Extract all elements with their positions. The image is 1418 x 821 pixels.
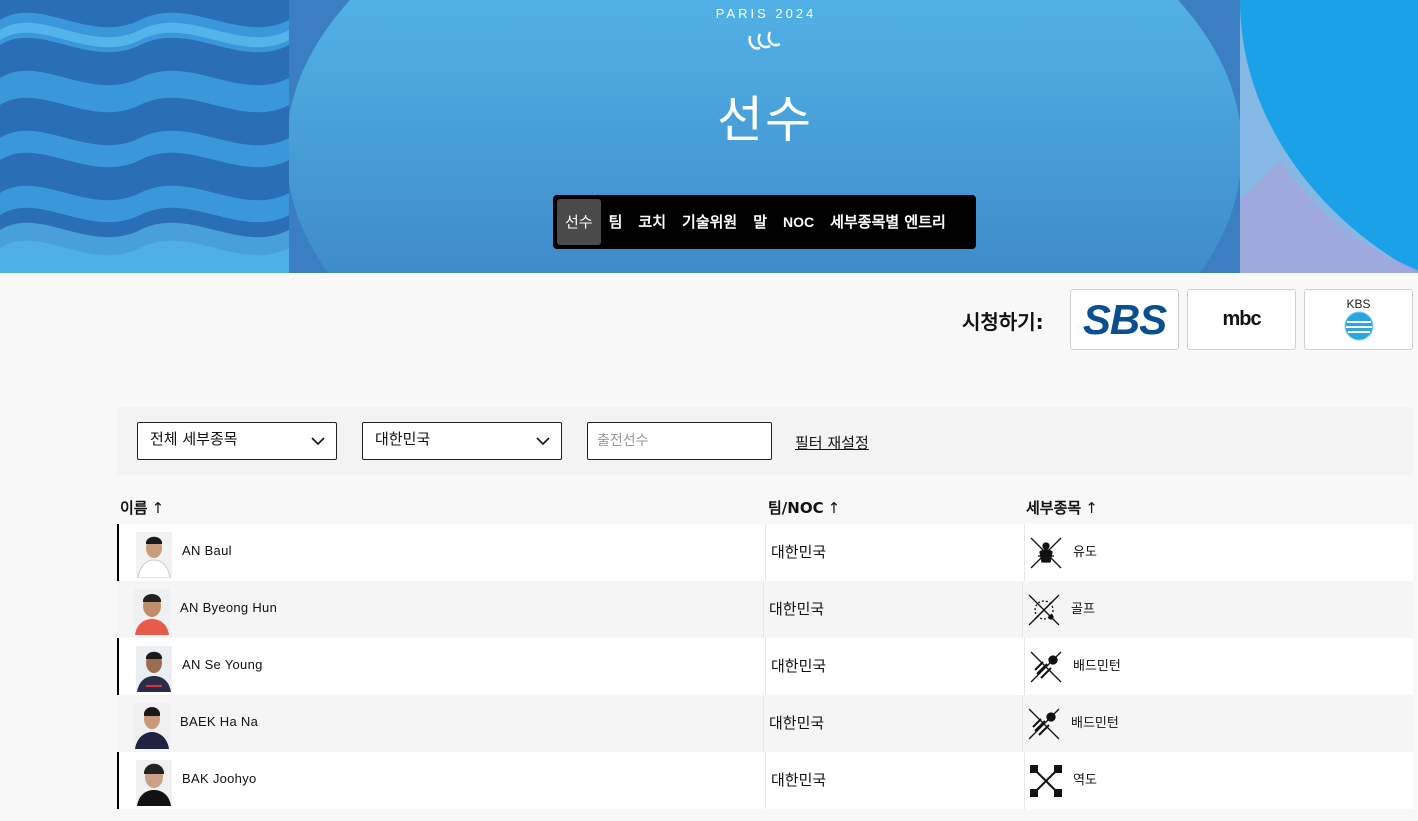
paris-2024-logo-text: PARIS 2024 xyxy=(715,6,817,21)
chevron-down-icon xyxy=(311,437,325,446)
sbs-logo: SBS xyxy=(1082,295,1167,343)
noc-select-value: 대한민국 xyxy=(375,430,431,448)
watch-label: 시청하기: xyxy=(962,310,1044,334)
athlete-search-input[interactable] xyxy=(587,422,772,460)
table-row[interactable]: AN Se Young 대한민국 배드민턴 xyxy=(117,638,1413,695)
nav-tab-horses[interactable]: 말 xyxy=(745,199,775,245)
athlete-noc: 대한민국 xyxy=(771,543,827,561)
broadcaster-mbc-button[interactable]: mbc xyxy=(1187,289,1296,350)
athlete-noc: 대한민국 xyxy=(769,714,825,732)
table-row[interactable]: AN Byeong Hun 대한민국 골프 xyxy=(117,581,1413,638)
sort-arrow-icon: ↑ xyxy=(1085,498,1098,517)
athlete-photo xyxy=(136,760,172,806)
broadcaster-sbs-button[interactable]: SBS xyxy=(1070,289,1179,350)
nav-tab-teams[interactable]: 팀 xyxy=(601,199,631,245)
reset-filters-link[interactable]: 필터 재설정 xyxy=(795,432,869,453)
noc-select[interactable]: 대한민국 xyxy=(362,422,562,460)
table-row[interactable]: BAEK Ha Na 대한민국 배드민턴 xyxy=(117,695,1413,752)
judo-icon xyxy=(1029,536,1063,570)
nav-tab-entries-by-discipline[interactable]: 세부종목별 엔트리 xyxy=(822,199,954,245)
athlete-photo xyxy=(134,703,170,749)
sort-arrow-icon: ↑ xyxy=(827,498,841,517)
nav-tab-coaches[interactable]: 코치 xyxy=(630,199,674,245)
broadcaster-kbs-button[interactable]: KBS xyxy=(1304,289,1413,350)
category-nav: 선수 팀 코치 기술위원 말 NOC 세부종목별 엔트리 xyxy=(553,195,976,249)
athlete-name[interactable]: AN Baul xyxy=(182,543,232,558)
table-row[interactable]: BAK Joohyo 대한민국 역도 xyxy=(117,752,1413,809)
kbs-logo-text: KBS xyxy=(1346,296,1371,311)
discipline-select-value: 전체 세부종목 xyxy=(150,430,238,448)
discipline-select[interactable]: 전체 세부종목 xyxy=(137,422,337,460)
badminton-icon xyxy=(1029,650,1063,684)
discipline-name: 배드민턴 xyxy=(1071,716,1119,731)
golf-icon xyxy=(1027,593,1061,627)
athlete-name[interactable]: BAK Joohyo xyxy=(182,771,257,786)
column-header-discipline[interactable]: 세부종목 ↑ xyxy=(1026,497,1098,518)
mbc-logo: mbc xyxy=(1222,308,1261,330)
hero-wave-decoration xyxy=(0,0,289,273)
column-header-name-label: 이름 xyxy=(120,499,148,517)
weightlifting-icon xyxy=(1029,764,1063,798)
discipline-name: 배드민턴 xyxy=(1073,659,1121,674)
kbs-globe-icon xyxy=(1344,311,1373,340)
nav-tab-noc[interactable]: NOC xyxy=(775,199,822,245)
column-header-discipline-label: 세부종목 xyxy=(1026,499,1082,517)
column-header-noc-label: 팀/NOC xyxy=(768,499,824,517)
nav-tab-technical-officials[interactable]: 기술위원 xyxy=(674,199,745,245)
chevron-down-icon xyxy=(536,437,550,446)
athlete-name[interactable]: AN Se Young xyxy=(182,657,263,672)
athlete-noc: 대한민국 xyxy=(771,771,827,789)
column-header-name[interactable]: 이름 ↑ xyxy=(120,497,164,518)
paralympic-agitos-icon xyxy=(746,30,786,58)
discipline-name: 골프 xyxy=(1071,602,1095,617)
discipline-name: 유도 xyxy=(1073,545,1097,560)
athlete-photo-partial xyxy=(134,812,170,821)
athlete-name[interactable]: AN Byeong Hun xyxy=(180,600,277,615)
athlete-photo xyxy=(136,532,172,578)
table-row[interactable]: AN Baul 대한민국 유도 xyxy=(117,524,1413,581)
athlete-name[interactable]: BAEK Ha Na xyxy=(180,714,258,729)
sort-arrow-icon: ↑ xyxy=(151,498,165,517)
athlete-photo xyxy=(134,589,170,635)
athlete-noc: 대한민국 xyxy=(771,657,827,675)
athlete-noc: 대한민국 xyxy=(769,600,825,618)
hero-right-decoration xyxy=(1240,0,1418,273)
filter-bar: 전체 세부종목 대한민국 필터 재설정 xyxy=(117,407,1413,475)
kbs-logo: KBS xyxy=(1343,298,1375,342)
page-title: 선수 xyxy=(717,91,813,149)
nav-tab-athletes[interactable]: 선수 xyxy=(557,199,601,245)
column-header-noc[interactable]: 팀/NOC ↑ xyxy=(768,497,840,518)
discipline-name: 역도 xyxy=(1073,773,1097,788)
badminton-icon xyxy=(1027,707,1061,741)
athlete-photo xyxy=(136,646,172,692)
